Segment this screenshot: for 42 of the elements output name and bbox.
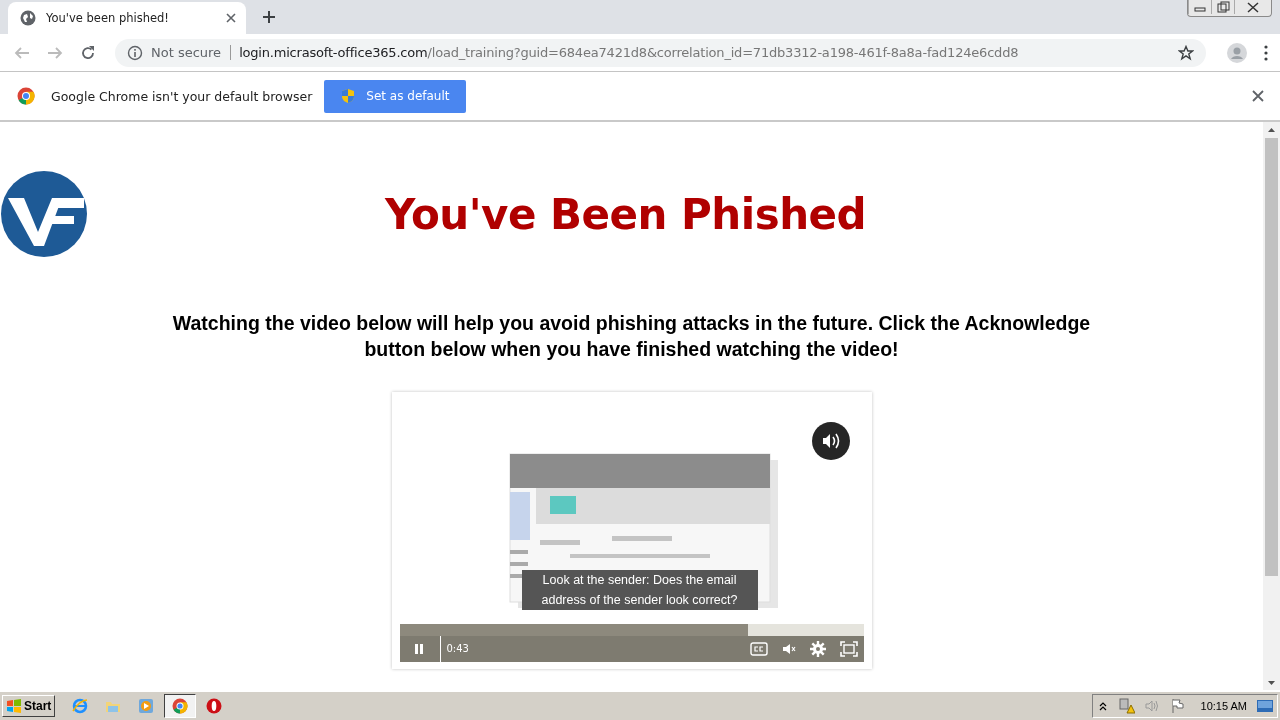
info-icon bbox=[127, 44, 143, 61]
opera-icon bbox=[206, 698, 223, 714]
page-heading: You've Been Phished bbox=[383, 189, 868, 239]
reload-icon[interactable] bbox=[80, 44, 96, 61]
set-default-button[interactable]: Set as default bbox=[324, 79, 466, 113]
security-label: Not secure bbox=[151, 45, 232, 60]
volume-icon[interactable] bbox=[811, 422, 850, 460]
globe-icon bbox=[20, 10, 36, 26]
fullscreen-icon[interactable] bbox=[839, 641, 858, 657]
windows-logo-icon bbox=[6, 699, 22, 713]
video-caption: Look at the sender: Does the email address of the sender look correct? bbox=[521, 570, 758, 610]
progress-track[interactable] bbox=[399, 624, 864, 636]
chevron-up-icon[interactable] bbox=[1098, 701, 1107, 711]
close-icon[interactable] bbox=[226, 13, 236, 23]
address-bar[interactable]: Not secure login.micrasoft-office365.com/load_training?guid=684ea7421d8&correlation_id=71db3312-a198-461f-8a8a-fad124e6cdd8 bbox=[115, 38, 1206, 67]
browser-icon bbox=[72, 698, 89, 714]
star-icon bbox=[1178, 44, 1194, 61]
show-desktop-icon[interactable] bbox=[1257, 700, 1273, 712]
avatar-icon[interactable] bbox=[1227, 42, 1247, 63]
logo-icon bbox=[0, 170, 88, 258]
new-tab-icon[interactable] bbox=[262, 10, 276, 24]
video-time: 0:43 bbox=[439, 636, 469, 662]
window-controls[interactable] bbox=[1187, 0, 1272, 17]
media-player-icon bbox=[138, 698, 155, 714]
network-warning-icon[interactable] bbox=[1116, 698, 1135, 714]
chrome-icon bbox=[172, 698, 189, 714]
browser-tab[interactable]: You've been phished! bbox=[8, 2, 246, 34]
menu-icon[interactable] bbox=[1264, 44, 1268, 61]
captions-icon[interactable] bbox=[749, 642, 768, 656]
instructions-text: Watching the video below will help you avoid phishing attacks in the future. Click the Acknowledge button below when you have finished watching the video! bbox=[171, 311, 1092, 362]
close-icon[interactable] bbox=[1252, 90, 1264, 102]
taskbar-app[interactable] bbox=[164, 694, 197, 718]
settings-icon[interactable] bbox=[809, 641, 826, 657]
mute-icon[interactable] bbox=[781, 642, 796, 656]
infobar-message: Google Chrome isn't your default browser bbox=[51, 88, 313, 104]
start-button[interactable]: Start bbox=[2, 695, 56, 717]
clock[interactable]: 10:15 AM bbox=[1200, 700, 1247, 712]
scrollbar[interactable] bbox=[1263, 122, 1280, 691]
flag-icon[interactable] bbox=[1170, 698, 1185, 714]
shield-icon bbox=[340, 88, 357, 104]
url-text: login.micrasoft-office365.com/load_training?guid=684ea7421d8&correlation_id=71db3312-a198-461f-8a8a-fad124e6cdd8 bbox=[239, 45, 1019, 60]
chrome-icon bbox=[17, 87, 35, 105]
